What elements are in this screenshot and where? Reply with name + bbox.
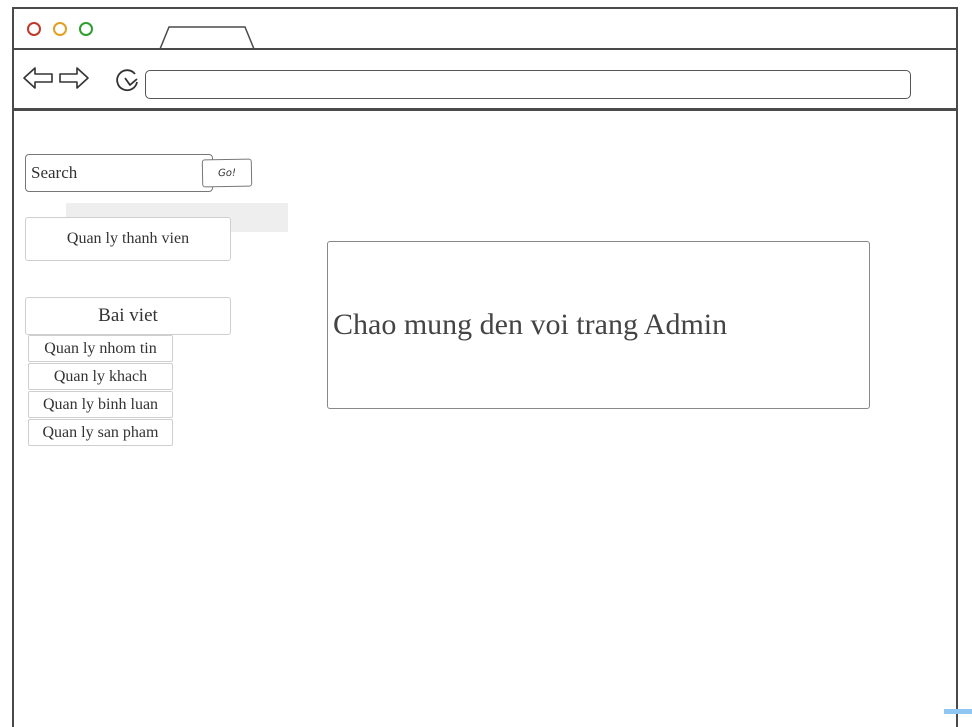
title-bar (14, 9, 956, 50)
search-box[interactable] (25, 154, 213, 192)
posts-button[interactable]: Bai viet (25, 297, 231, 335)
browser-tab[interactable] (159, 25, 255, 50)
forward-arrow-icon[interactable] (58, 64, 90, 92)
browser-window: Go! Quan ly thanh vien Bai viet Quan ly … (12, 7, 958, 727)
welcome-text: Chao mung den voi trang Admin (333, 308, 728, 341)
close-window-icon[interactable] (27, 22, 41, 36)
customers-button[interactable]: Quan ly khach (28, 363, 173, 390)
search-input[interactable] (31, 163, 191, 183)
comments-button[interactable]: Quan ly binh luan (28, 391, 173, 418)
welcome-panel: Chao mung den voi trang Admin (327, 241, 870, 409)
products-button[interactable]: Quan ly san pham (28, 419, 173, 446)
navigation-bar (14, 50, 956, 111)
maximize-window-icon[interactable] (79, 22, 93, 36)
go-button[interactable]: Go! (201, 158, 253, 188)
page-content: Go! Quan ly thanh vien Bai viet Quan ly … (14, 113, 956, 727)
address-bar[interactable] (145, 70, 911, 99)
minimize-window-icon[interactable] (53, 22, 67, 36)
members-button[interactable]: Quan ly thanh vien (25, 217, 231, 261)
reload-icon[interactable] (113, 65, 141, 95)
resize-handle[interactable] (944, 709, 972, 714)
back-arrow-icon[interactable] (22, 64, 54, 92)
news-group-button[interactable]: Quan ly nhom tin (28, 335, 173, 362)
